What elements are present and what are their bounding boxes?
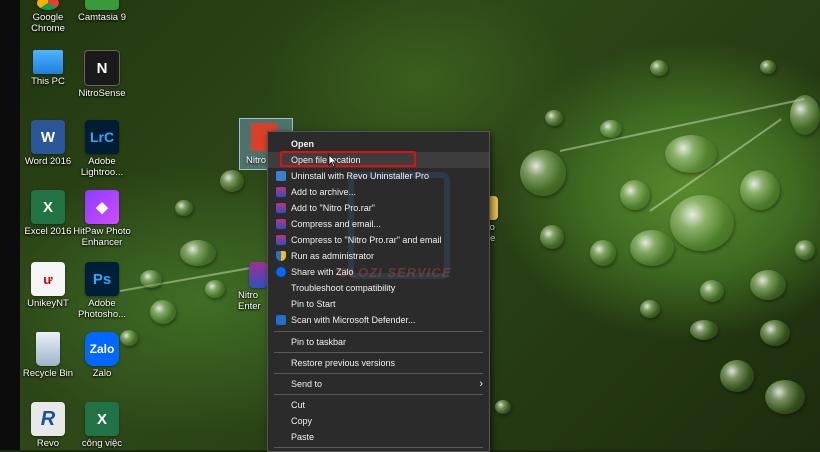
excel-file-icon: X <box>85 402 119 436</box>
desktop-icon-photoshop[interactable]: Ps Adobe Photosho... <box>72 262 132 320</box>
winrar-icon <box>276 235 286 245</box>
context-menu: OLOZI SERVICE Open Open file location Un… <box>267 131 490 452</box>
screen-edge <box>0 0 20 450</box>
excel-icon: X <box>31 190 65 224</box>
menu-item-label: Add to archive... <box>291 187 357 197</box>
menu-item-uninstall-revo[interactable]: Uninstall with Revo Uninstaller Pro <box>268 168 489 184</box>
menu-item-pin-taskbar[interactable]: Pin to taskbar <box>268 334 489 350</box>
menu-item-open[interactable]: Open <box>268 136 489 152</box>
desktop-icon-label: Recycle Bin <box>22 368 74 379</box>
menu-item-label: Run as administrator <box>291 251 375 261</box>
chevron-right-icon: › <box>479 378 483 390</box>
menu-item-pin-start[interactable]: Pin to Start <box>268 296 489 312</box>
desktop-icon-label: NitroSense <box>78 88 126 99</box>
menu-separator <box>274 373 483 374</box>
menu-item-label: Scan with Microsoft Defender... <box>291 315 416 325</box>
highlight-box <box>280 151 416 167</box>
menu-item-compress-email[interactable]: Compress and email... <box>268 216 489 232</box>
desktop-icon-excel[interactable]: X Excel 2016 <box>18 190 78 237</box>
word-icon: W <box>31 120 65 154</box>
desktop-icon-label: Camtasia 9 <box>77 12 127 23</box>
desktop-icon-cong-viec[interactable]: X công việc <box>72 402 132 449</box>
winrar-icon <box>276 203 286 213</box>
desktop-icon-lightroom[interactable]: LrC Adobe Lightroo... <box>72 120 132 178</box>
desktop-icon-chrome[interactable]: Google Chrome <box>18 0 78 34</box>
menu-item-restore-versions[interactable]: Restore previous versions <box>268 355 489 371</box>
menu-item-label: Compress and email... <box>291 219 382 229</box>
menu-item-label: Add to "Nitro Pro.rar" <box>291 203 375 213</box>
lightroom-icon: LrC <box>85 120 119 154</box>
desktop-icon-label: Excel 2016 <box>24 226 72 237</box>
winrar-icon <box>276 187 286 197</box>
menu-item-add-to-archive[interactable]: Add to archive... <box>268 184 489 200</box>
menu-separator <box>274 447 483 448</box>
zalo-icon <box>276 267 286 277</box>
menu-item-share-zalo[interactable]: Share with Zalo <box>268 264 489 280</box>
zalo-icon: Zalo <box>85 332 119 366</box>
desktop-icon-hitpaw[interactable]: ◆ HitPaw Photo Enhancer <box>72 190 132 248</box>
winrar-icon <box>276 219 286 229</box>
chrome-icon <box>37 0 59 10</box>
desktop-icon-label: công việc <box>81 438 123 449</box>
desktop-icon-zalo[interactable]: Zalo Zalo <box>72 332 132 379</box>
desktop-icon-revo[interactable]: R Revo <box>18 402 78 449</box>
desktop-icon-label: Word 2016 <box>24 156 72 167</box>
menu-separator <box>274 352 483 353</box>
menu-item-label: Share with Zalo <box>291 267 354 277</box>
menu-separator <box>274 331 483 332</box>
menu-item-paste[interactable]: Paste <box>268 429 489 445</box>
desktop-icon-label: HitPaw Photo Enhancer <box>73 226 131 248</box>
winrar-icon <box>249 262 267 288</box>
desktop-icon-label: Revo <box>36 438 60 449</box>
menu-item-label: Send to <box>291 379 323 389</box>
desktop-icon-word[interactable]: W Word 2016 <box>18 120 78 167</box>
desktop-icon-label: Adobe Photosho... <box>77 298 127 320</box>
camtasia-icon <box>85 0 119 10</box>
menu-item-label: Uninstall with Revo Uninstaller Pro <box>291 171 430 181</box>
desktop-icon-recycle-bin[interactable]: Recycle Bin <box>18 332 78 379</box>
menu-item-cut[interactable]: Cut <box>268 397 489 413</box>
recycle-bin-icon <box>36 332 60 366</box>
desktop-icon-label: This PC <box>31 76 65 87</box>
desktop-icon-camtasia[interactable]: Camtasia 9 <box>72 0 132 23</box>
nitrosense-icon: N <box>84 50 120 86</box>
menu-item-compress-rar-email[interactable]: Compress to "Nitro Pro.rar" and email <box>268 232 489 248</box>
desktop-icon-label: UnikeyNT <box>27 298 69 309</box>
hitpaw-icon: ◆ <box>85 190 119 224</box>
photoshop-icon: Ps <box>85 262 119 296</box>
defender-icon <box>276 315 286 325</box>
menu-item-label: Compress to "Nitro Pro.rar" and email <box>291 235 442 245</box>
revo-icon: R <box>31 402 65 436</box>
computer-icon <box>33 50 63 74</box>
shield-icon <box>276 251 286 261</box>
menu-separator <box>274 394 483 395</box>
menu-item-send-to[interactable]: Send to › <box>268 376 489 392</box>
menu-item-run-as-admin[interactable]: Run as administrator <box>268 248 489 264</box>
menu-item-add-to-rar[interactable]: Add to "Nitro Pro.rar" <box>268 200 489 216</box>
desktop-icon-this-pc[interactable]: This PC <box>18 50 78 87</box>
mouse-cursor-icon <box>328 154 338 168</box>
desktop-icon-nitrosense[interactable]: N NitroSense <box>72 50 132 99</box>
unikey-icon: ư <box>31 262 65 296</box>
menu-item-troubleshoot[interactable]: Troubleshoot compatibility <box>268 280 489 296</box>
revo-icon <box>276 171 286 181</box>
menu-item-copy[interactable]: Copy <box>268 413 489 429</box>
desktop-icon-label: Nitro <box>246 155 267 166</box>
desktop-icon-unikey[interactable]: ư UnikeyNT <box>18 262 78 309</box>
desktop-icon-label: Zalo <box>92 368 112 379</box>
desktop-icon-label: Google Chrome <box>31 12 65 34</box>
desktop-icon-label: Adobe Lightroo... <box>80 156 124 178</box>
menu-item-scan-defender[interactable]: Scan with Microsoft Defender... <box>268 312 489 328</box>
